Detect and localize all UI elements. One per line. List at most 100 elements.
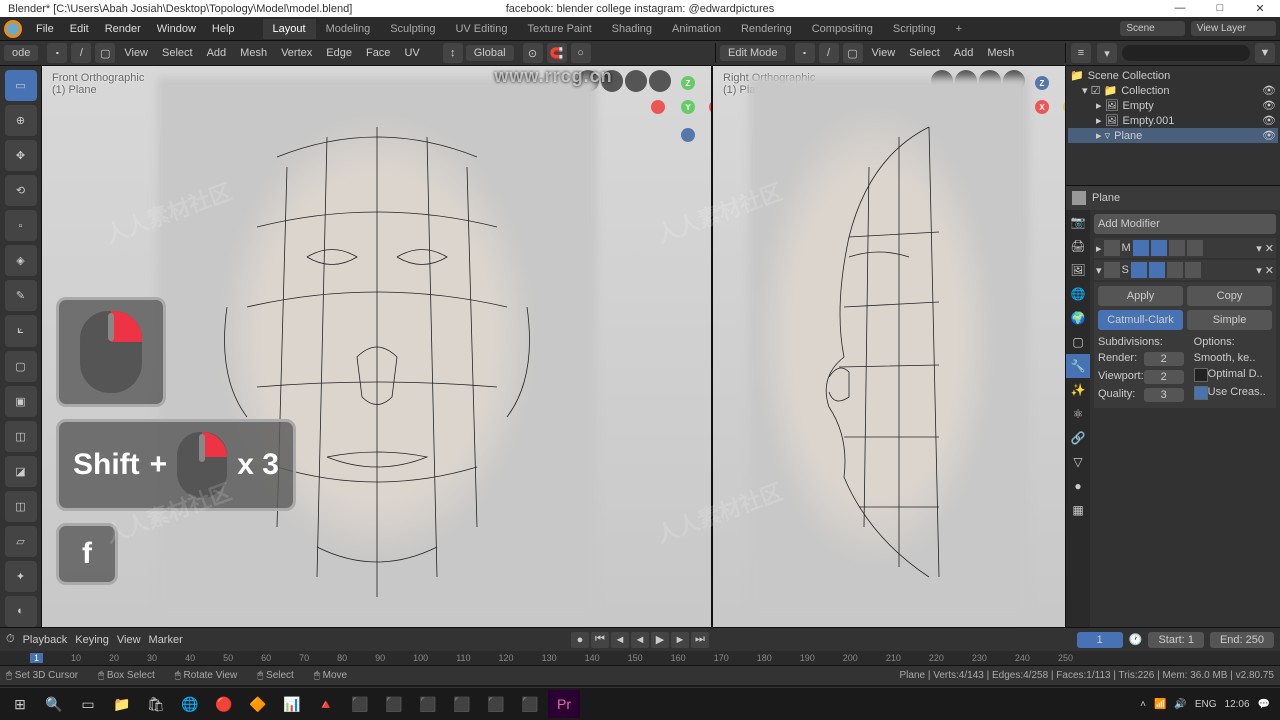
render-value[interactable]: 2	[1144, 352, 1184, 366]
tab-shading[interactable]: Shading	[602, 19, 662, 39]
axis-blue-icon[interactable]	[681, 128, 695, 142]
axis-gizmo[interactable]: Z X Y	[1027, 76, 1057, 156]
mod-display-icon[interactable]	[1185, 262, 1201, 278]
orientation-icon[interactable]: ↕	[443, 43, 463, 63]
header-face[interactable]: Face	[360, 45, 396, 61]
snap-icon[interactable]: 🧲	[547, 43, 567, 63]
mod-display-icon[interactable]	[1167, 262, 1183, 278]
menu-file[interactable]: File	[28, 19, 62, 39]
tool-annotate[interactable]: ✎	[5, 280, 37, 311]
mode-selector-right[interactable]: Edit Mode	[720, 45, 786, 61]
tool-addcube[interactable]: ▢	[5, 351, 37, 382]
scene-selector[interactable]: Scene	[1120, 21, 1184, 36]
tool-transform[interactable]: ◈	[5, 245, 37, 276]
keyframe-next-button[interactable]: ►	[671, 632, 689, 648]
overlay-pan-icon[interactable]	[625, 70, 647, 92]
end-frame[interactable]: End: 250	[1210, 632, 1274, 648]
header-select[interactable]: Select	[156, 45, 199, 61]
search-button[interactable]: 🔍	[38, 690, 70, 718]
header-uv[interactable]: UV	[398, 45, 425, 61]
visibility-icon[interactable]: 👁	[1262, 129, 1276, 142]
header-add[interactable]: Add	[201, 45, 233, 61]
current-frame[interactable]: 1	[1077, 632, 1123, 648]
axis-z-icon[interactable]: Z	[1035, 76, 1049, 90]
tool-select-box[interactable]: ▭	[5, 70, 37, 101]
marker-menu[interactable]: Marker	[149, 634, 183, 646]
clock-icon[interactable]: 🕐	[1129, 633, 1143, 646]
select-mode-icon[interactable]: /	[819, 43, 839, 63]
frame-ruler[interactable]: 1 10203040506070809010011012013014015016…	[0, 651, 1280, 665]
app-icon[interactable]: ⬛	[378, 690, 410, 718]
tool-rotate[interactable]: ⟲	[5, 175, 37, 206]
outliner-item-row[interactable]: ▸ 🖼 Empty👁	[1068, 98, 1278, 113]
modifier-mirror-row[interactable]: ▸ M ▾ ✕	[1094, 238, 1276, 258]
tool-cursor[interactable]: ⊕	[5, 105, 37, 136]
mod-display-icon[interactable]	[1169, 240, 1185, 256]
close-button[interactable]: ✕	[1240, 2, 1280, 15]
app-icon[interactable]: ⬛	[344, 690, 376, 718]
jump-end-button[interactable]: ⏭	[691, 632, 709, 648]
apply-button[interactable]: Apply	[1098, 286, 1183, 306]
header-add-r[interactable]: Add	[948, 45, 980, 61]
outliner-search[interactable]	[1122, 45, 1250, 61]
tab-uvediting[interactable]: UV Editing	[445, 19, 517, 39]
jump-start-button[interactable]: ⏮	[591, 632, 609, 648]
taskview-button[interactable]: ▭	[72, 690, 104, 718]
prop-tab-world[interactable]: 🌍	[1066, 306, 1090, 330]
menu-render[interactable]: Render	[97, 19, 149, 39]
tab-rendering[interactable]: Rendering	[731, 19, 802, 39]
prop-tab-viewlayer[interactable]: 🖼	[1066, 258, 1090, 282]
outliner-item-row-selected[interactable]: ▸ ▿ Plane👁	[1068, 128, 1278, 143]
tab-animation[interactable]: Animation	[662, 19, 731, 39]
tab-add[interactable]: +	[946, 19, 972, 39]
mod-display-icon[interactable]	[1151, 240, 1167, 256]
app-icon[interactable]: ⬛	[412, 690, 444, 718]
tray-volume-icon[interactable]: 🔊	[1174, 699, 1186, 710]
tool-knife[interactable]: ▱	[5, 526, 37, 557]
explorer-icon[interactable]: 📁	[106, 690, 138, 718]
keying-menu[interactable]: Keying	[75, 634, 109, 646]
premiere-icon[interactable]: Pr	[548, 690, 580, 718]
orientation-selector[interactable]: Global	[466, 45, 514, 61]
menu-edit[interactable]: Edit	[62, 19, 97, 39]
tool-spin[interactable]: ◐	[5, 596, 37, 627]
play-button[interactable]: ▶	[651, 632, 669, 648]
mod-display-icon[interactable]	[1149, 262, 1165, 278]
prop-tab-particles[interactable]: ✨	[1066, 378, 1090, 402]
mode-selector-left[interactable]: ode	[4, 45, 38, 61]
tray-up-icon[interactable]: ˄	[1140, 699, 1146, 710]
header-view[interactable]: View	[118, 45, 154, 61]
chrome-icon[interactable]: 🔴	[208, 690, 240, 718]
autokey-button[interactable]: ●	[571, 632, 589, 648]
app-icon[interactable]: 📊	[276, 690, 308, 718]
tab-sculpting[interactable]: Sculpting	[380, 19, 445, 39]
tool-loopcut[interactable]: ◫	[5, 491, 37, 522]
axis-x-neg-icon[interactable]	[651, 100, 665, 114]
filter-icon[interactable]: ▼	[1255, 43, 1275, 63]
pivot-icon[interactable]: ⊙	[523, 43, 543, 63]
optimal-checkbox[interactable]	[1194, 368, 1208, 382]
header-vertex[interactable]: Vertex	[275, 45, 318, 61]
maximize-button[interactable]: □	[1200, 2, 1240, 15]
app-icon[interactable]: ⬛	[480, 690, 512, 718]
mod-display-icon[interactable]	[1187, 240, 1203, 256]
select-mode-vertex-icon[interactable]: ⬝	[47, 43, 67, 63]
tool-move[interactable]: ✥	[5, 140, 37, 171]
outliner-scene-row[interactable]: 📁 Scene Collection	[1068, 68, 1278, 83]
select-mode-icon[interactable]: ⬝	[795, 43, 815, 63]
tab-texturepaint[interactable]: Texture Paint	[517, 19, 601, 39]
play-reverse-button[interactable]: ◄	[631, 632, 649, 648]
tab-compositing[interactable]: Compositing	[802, 19, 883, 39]
tool-measure[interactable]: ⟀	[5, 315, 37, 346]
tray-lang[interactable]: ENG	[1195, 699, 1217, 710]
start-frame[interactable]: Start: 1	[1148, 632, 1203, 648]
header-mesh[interactable]: Mesh	[234, 45, 273, 61]
axis-y-icon[interactable]: Y	[1063, 100, 1065, 114]
header-select-r[interactable]: Select	[903, 45, 946, 61]
edge-icon[interactable]: 🌐	[174, 690, 206, 718]
outliner-item-row[interactable]: ▸ 🖼 Empty.001👁	[1068, 113, 1278, 128]
display-mode-icon[interactable]: ▾	[1097, 43, 1117, 63]
prop-tab-texture[interactable]: ▦	[1066, 498, 1090, 522]
outliner-collection-row[interactable]: ▾ ☑ 📁 Collection👁	[1068, 83, 1278, 98]
start-button[interactable]: ⊞	[4, 690, 36, 718]
